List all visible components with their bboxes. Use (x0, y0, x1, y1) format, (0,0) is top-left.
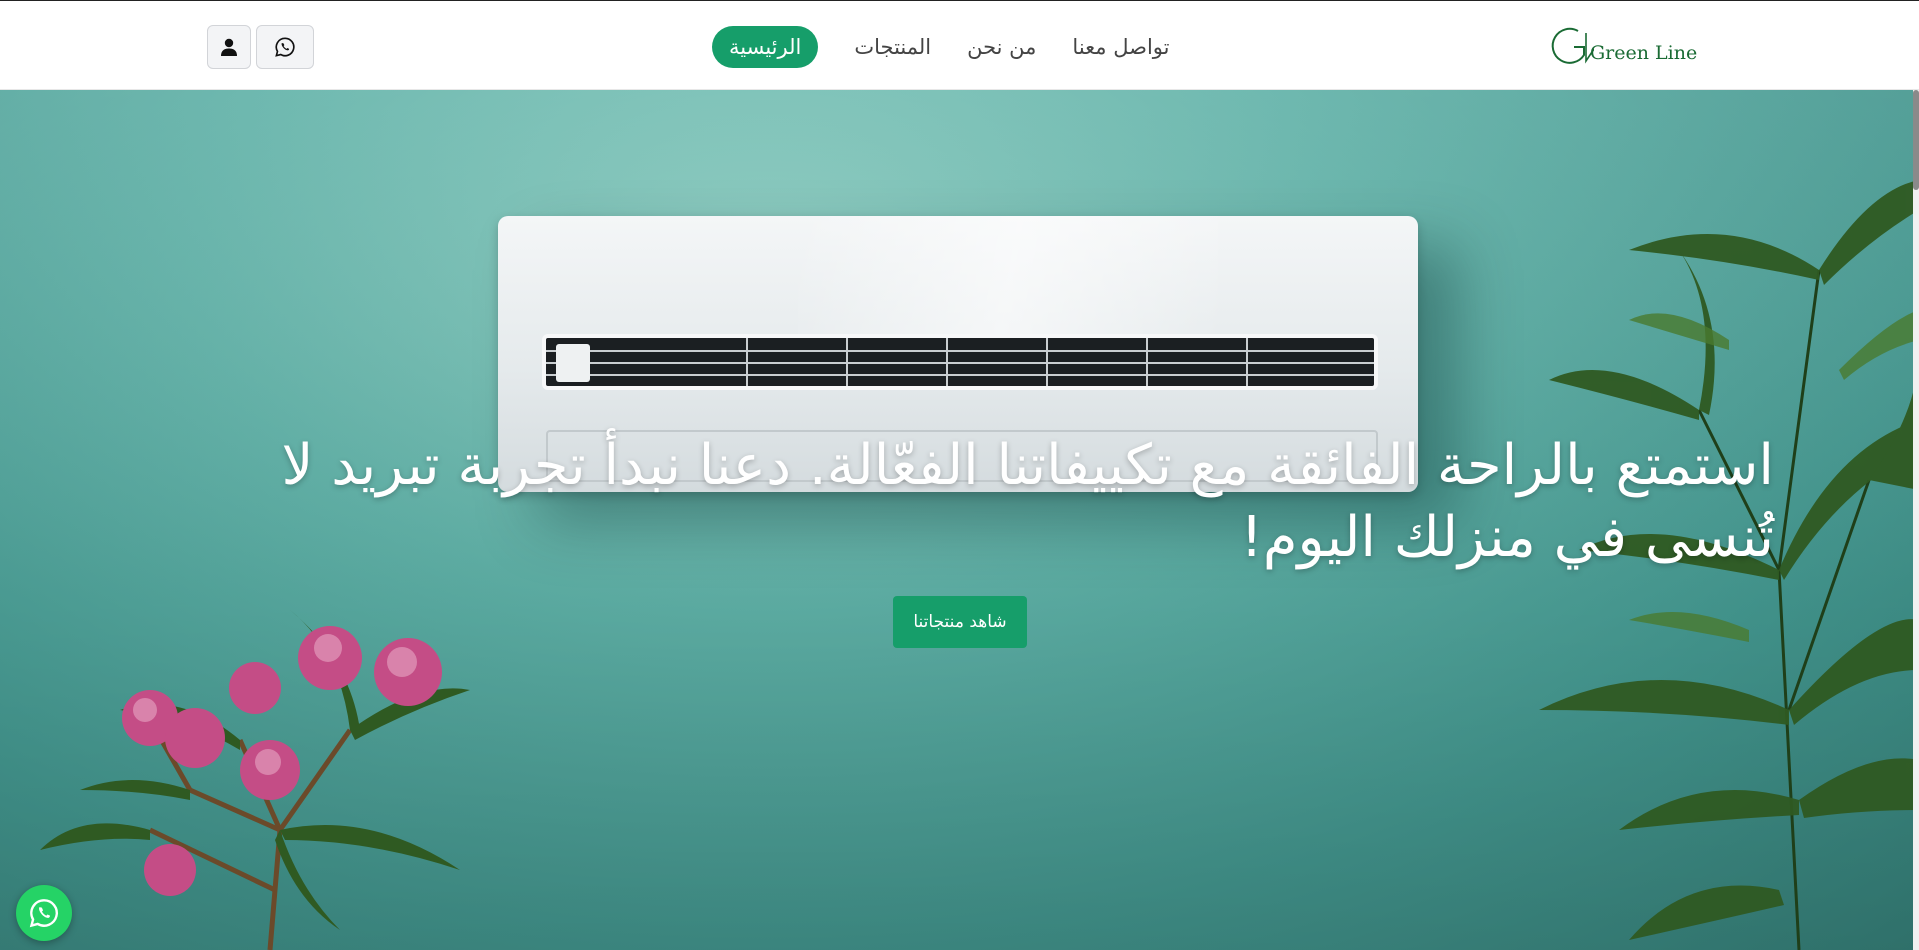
nav-contact[interactable]: تواصل معنا (1072, 35, 1169, 59)
user-account-button[interactable] (207, 25, 251, 69)
whatsapp-icon (29, 899, 58, 928)
ac-display (556, 344, 590, 382)
logo[interactable]: Green Line (1548, 21, 1697, 71)
whatsapp-header-button[interactable] (256, 25, 314, 69)
user-icon (221, 38, 237, 56)
flower-plant-image (40, 610, 470, 950)
scrollbar-thumb[interactable] (1913, 90, 1919, 190)
logo-text: Green Line (1590, 42, 1698, 64)
nav-products[interactable]: المنتجات (854, 35, 931, 59)
page-scrollbar[interactable] (1913, 90, 1919, 950)
top-navbar: Green Line الرئيسية المنتجات من نحن تواص… (0, 0, 1919, 90)
logo-icon (1551, 27, 1594, 64)
hero-headline: استمتع بالراحة الفائقة مع تكييفاتنا الفع… (281, 433, 1774, 570)
view-products-button[interactable]: شاهد منتجاتنا (893, 596, 1027, 648)
hero-section: استمتع بالراحة الفائقة مع تكييفاتنا الفع… (0, 90, 1919, 950)
main-nav: الرئيسية المنتجات من نحن تواصل معنا (712, 24, 1194, 70)
whatsapp-floating-button[interactable] (16, 885, 72, 941)
whatsapp-icon (275, 37, 295, 57)
nav-home[interactable]: الرئيسية (712, 26, 819, 68)
ac-vent (542, 334, 1378, 390)
nav-about[interactable]: من نحن (967, 35, 1036, 59)
